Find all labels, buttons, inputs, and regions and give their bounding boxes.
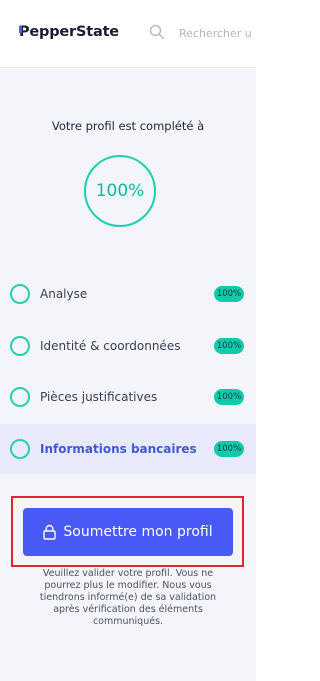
step-progress-badge: 100% <box>214 338 244 354</box>
lock-icon <box>43 524 57 540</box>
step-label: Analyse <box>40 287 88 301</box>
step-status-circle-icon <box>10 439 30 459</box>
search-input[interactable] <box>179 24 256 42</box>
submit-profile-button[interactable]: Soumettre mon profil <box>23 508 233 556</box>
step-status-circle-icon <box>10 336 30 356</box>
logo-text: PepperState <box>19 24 119 40</box>
step-progress-badge: 100% <box>214 389 244 405</box>
step-pieces-justificatives[interactable]: Pièces justificatives 100% <box>0 372 256 422</box>
submit-highlight-frame: Soumettre mon profil <box>11 496 244 567</box>
step-analyse[interactable]: Analyse 100% <box>0 269 256 319</box>
step-label: Informations bancaires <box>40 442 197 456</box>
profile-panel: Votre profil est complété à 100% Analyse… <box>0 69 256 681</box>
step-label: Identité & coordonnées <box>40 339 181 353</box>
step-status-circle-icon <box>10 387 30 407</box>
step-label: Pièces justificatives <box>40 390 158 404</box>
submit-note: Veuillez valider votre profil. Vous ne p… <box>39 568 217 627</box>
step-progress-badge: 100% <box>214 441 244 457</box>
top-bar: PepperState <box>0 0 256 68</box>
profile-completion-heading: Votre profil est complété à <box>51 119 205 133</box>
step-identite-coordonnees[interactable]: Identité & coordonnées 100% <box>0 321 256 371</box>
step-progress-badge: 100% <box>214 286 244 302</box>
step-status-circle-icon <box>10 284 30 304</box>
profile-progress-value: 100% <box>95 181 145 201</box>
step-informations-bancaires[interactable]: Informations bancaires 100% <box>0 424 256 474</box>
submit-profile-label: Soumettre mon profil <box>63 524 213 540</box>
search-icon[interactable] <box>149 24 165 40</box>
pepperstate-logo[interactable]: PepperState <box>19 24 119 40</box>
profile-progress-circle: 100% <box>84 155 156 227</box>
